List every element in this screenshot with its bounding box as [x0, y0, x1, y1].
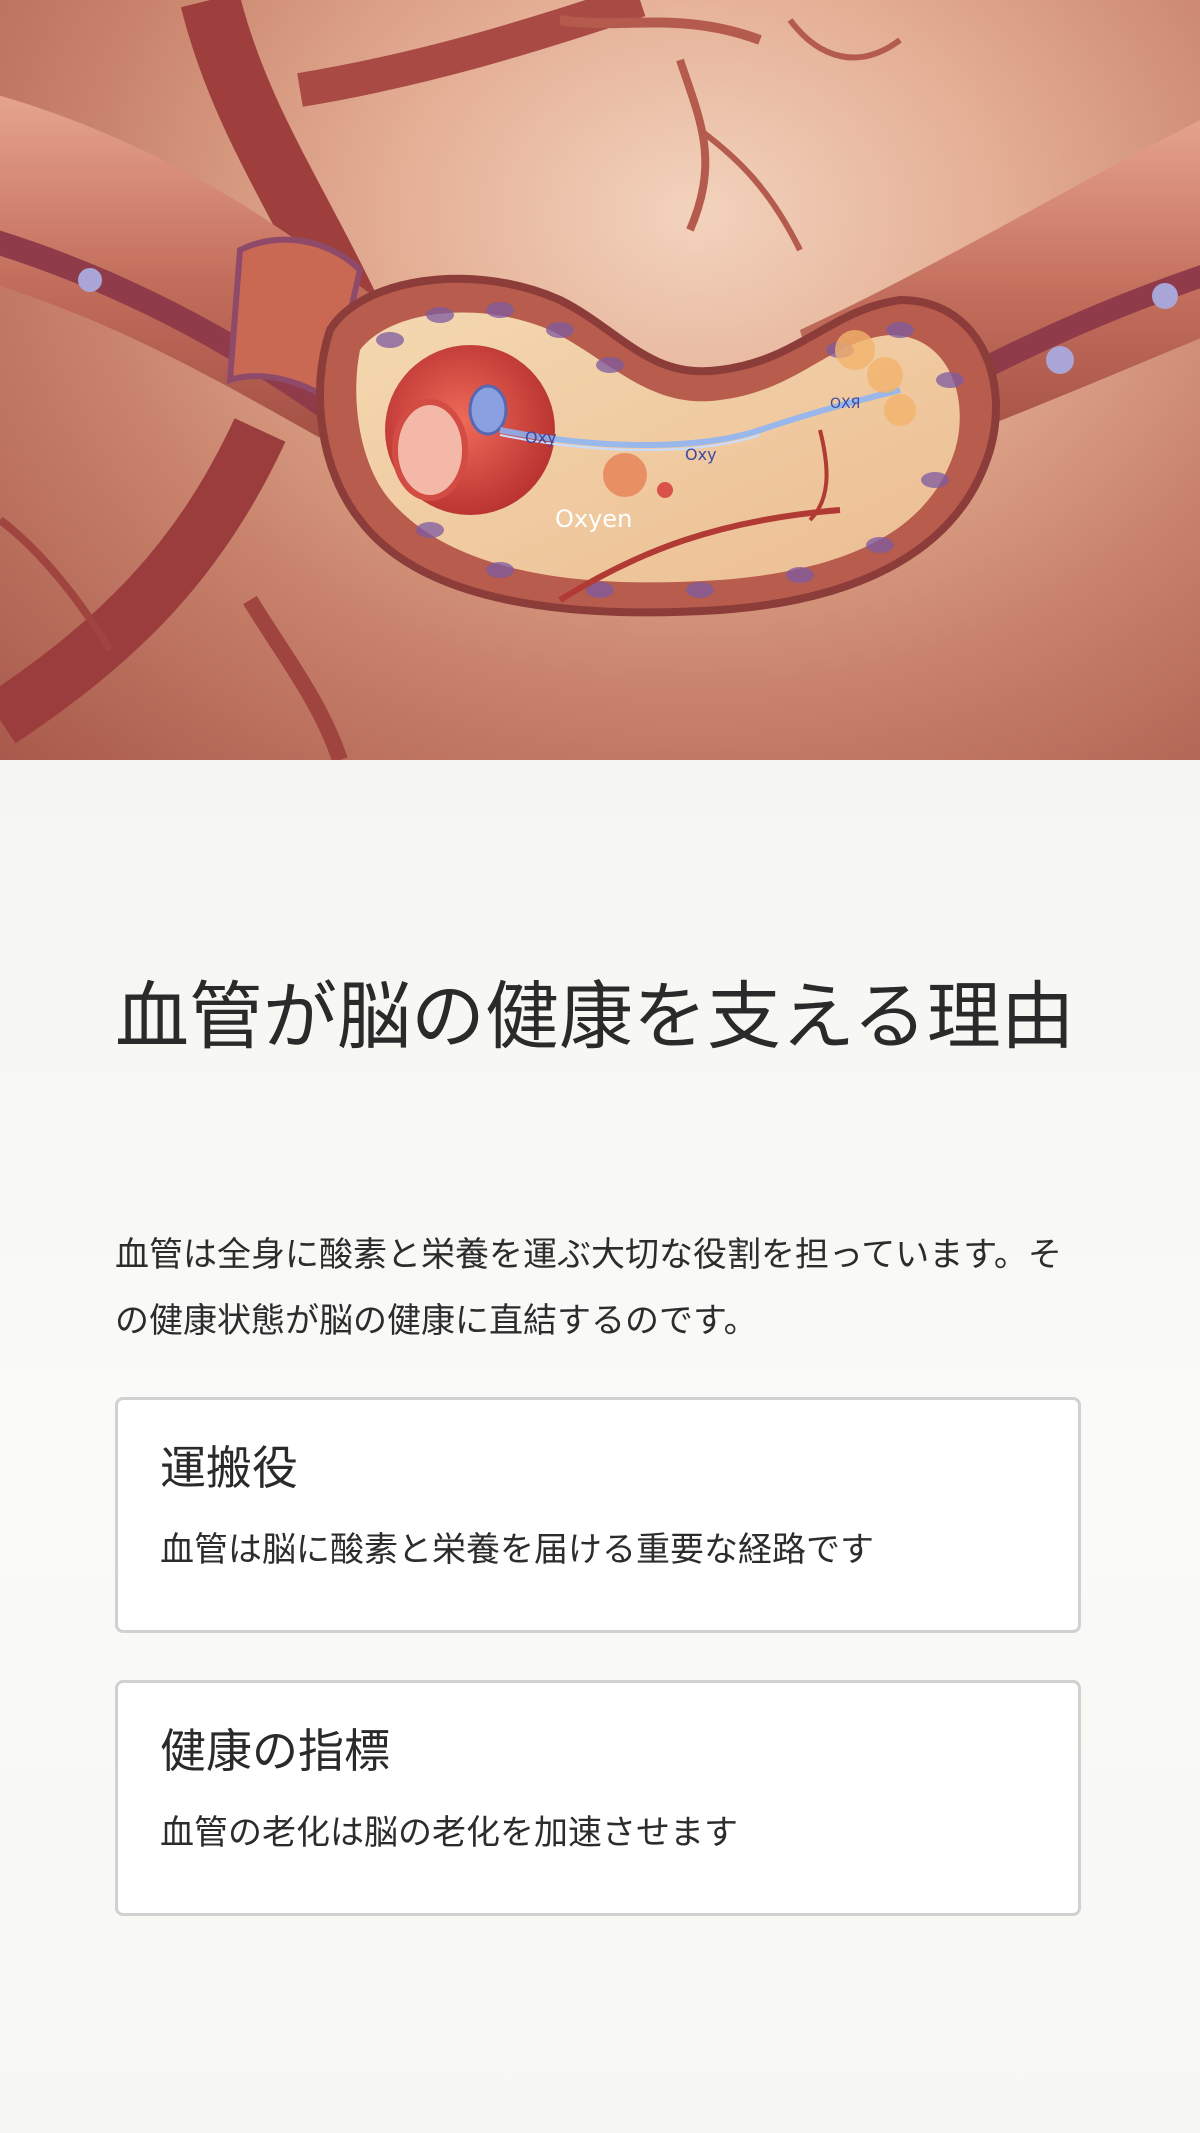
card-heading: 健康の指標 — [160, 1724, 390, 1778]
info-card-transport: 運搬役 血管は脳に酸素と栄養を届ける重要な経路です — [115, 1397, 1081, 1633]
svg-text:Oxyen: Oxyen — [555, 505, 632, 533]
blood-vessel-illustration: Oxy Oxy Oxyen ОХЯ — [0, 0, 1200, 760]
intro-paragraph: 血管は全身に酸素と栄養を運ぶ大切な役割を担っています。その健康状態が脳の健康に直… — [115, 1235, 1062, 1341]
svg-text:Oxy: Oxy — [685, 445, 717, 464]
page-title: 血管が脳の健康を支える理由 — [115, 974, 1075, 1060]
info-card-health-indicator: 健康の指標 血管の老化は脳の老化を加速させます — [115, 1680, 1081, 1916]
card-text: 血管の老化は脳の老化を加速させます — [160, 1813, 738, 1853]
vessel-cross-section-image: Oxy Oxy Oxyen ОХЯ — [0, 0, 1200, 760]
svg-text:ОХЯ: ОХЯ — [830, 396, 860, 412]
card-text: 血管は脳に酸素と栄養を届ける重要な経路です — [160, 1530, 874, 1570]
card-heading: 運搬役 — [160, 1441, 298, 1495]
article-content: 血管が脳の健康を支える理由 血管は全身に酸素と栄養を運ぶ大切な役割を担っています… — [0, 760, 1200, 2133]
svg-text:Oxy: Oxy — [525, 428, 557, 447]
